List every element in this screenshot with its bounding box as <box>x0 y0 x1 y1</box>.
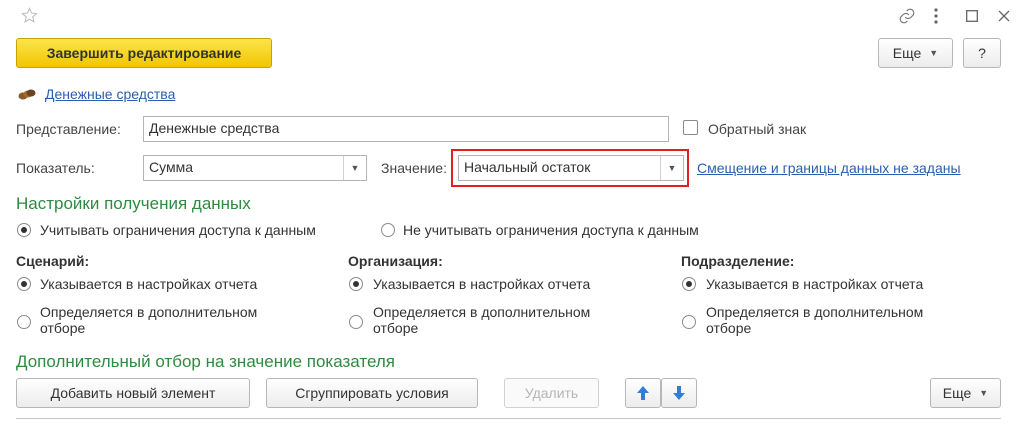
finish-editing-button[interactable]: Завершить редактирование <box>16 38 272 68</box>
value-dropdown-icon[interactable]: ▼ <box>660 156 683 180</box>
department-radio-report[interactable] <box>682 277 696 291</box>
more-button[interactable]: Еще ▼ <box>878 38 953 68</box>
organization-radio-report-label: Указывается в настройках отчета <box>373 276 591 292</box>
money-coins-icon <box>16 85 38 103</box>
organization-radio-filter[interactable] <box>349 315 363 329</box>
indicator-select-value: Сумма <box>149 159 193 175</box>
representation-input[interactable]: Денежные средства <box>143 116 669 142</box>
filter-more-label: Еще <box>942 385 972 401</box>
value-label: Значение: <box>381 160 447 176</box>
department-radio-filter[interactable] <box>682 315 696 329</box>
chevron-down-icon: ▼ <box>979 388 989 398</box>
department-radio-report-label: Указывается в настройках отчета <box>706 276 924 292</box>
organization-radio-filter-label-2: отборе <box>373 320 419 336</box>
offset-link[interactable]: Смещение и границы данных не заданы <box>697 160 961 176</box>
link-icon[interactable] <box>896 5 918 27</box>
indicator-label: Показатель: <box>16 160 95 176</box>
scenario-radio-filter[interactable] <box>17 315 31 329</box>
access-radio-respect-label: Учитывать ограничения доступа к данным <box>40 222 316 238</box>
filter-section-title: Дополнительный отбор на значение показат… <box>16 352 395 371</box>
organization-title: Организация: <box>348 253 443 269</box>
scenario-radio-filter-label-2: отборе <box>40 320 86 336</box>
inverse-sign-checkbox[interactable] <box>683 120 698 135</box>
access-radio-ignore[interactable] <box>381 223 395 237</box>
move-down-button[interactable] <box>661 378 697 408</box>
scenario-title: Сценарий: <box>16 253 90 269</box>
inverse-sign-label: Обратный знак <box>708 121 807 137</box>
department-radio-filter-label-1: Определяется в дополнительном <box>706 304 924 320</box>
breadcrumb-link[interactable]: Денежные средства <box>45 86 175 102</box>
scenario-radio-report[interactable] <box>17 277 31 291</box>
department-radio-filter-label-2: отборе <box>706 320 752 336</box>
maximize-icon[interactable] <box>962 6 982 26</box>
organization-radio-filter-label-1: Определяется в дополнительном <box>373 304 591 320</box>
favorite-star-icon[interactable] <box>20 6 38 24</box>
representation-label: Представление: <box>16 121 121 137</box>
filter-table-top-border <box>16 418 1001 424</box>
chevron-down-icon: ▼ <box>929 48 939 58</box>
filter-more-button[interactable]: Еще ▼ <box>930 378 1001 408</box>
value-select-value: Начальный остаток <box>464 159 591 175</box>
access-radio-respect[interactable] <box>17 223 31 237</box>
more-button-label: Еще <box>892 45 922 61</box>
delete-button[interactable]: Удалить <box>504 378 599 408</box>
move-up-button[interactable] <box>625 378 661 408</box>
add-element-button[interactable]: Добавить новый элемент <box>16 378 250 408</box>
data-settings-title: Настройки получения данных <box>16 194 251 213</box>
more-vertical-icon[interactable] <box>926 5 946 27</box>
close-icon[interactable] <box>994 6 1014 26</box>
group-conditions-button[interactable]: Сгруппировать условия <box>266 378 478 408</box>
scenario-radio-filter-label-1: Определяется в дополнительном <box>40 304 258 320</box>
indicator-select[interactable]: Сумма ▼ <box>143 155 367 181</box>
scenario-radio-report-label: Указывается в настройках отчета <box>40 276 258 292</box>
arrow-up-icon <box>637 386 649 400</box>
indicator-dropdown-icon[interactable]: ▼ <box>343 156 366 180</box>
access-radio-ignore-label: Не учитывать ограничения доступа к данны… <box>403 222 699 238</box>
help-button[interactable]: ? <box>963 38 1001 68</box>
organization-radio-report[interactable] <box>349 277 363 291</box>
value-select[interactable]: Начальный остаток ▼ <box>458 155 684 181</box>
arrow-down-icon <box>673 386 685 400</box>
department-title: Подразделение: <box>681 253 795 269</box>
